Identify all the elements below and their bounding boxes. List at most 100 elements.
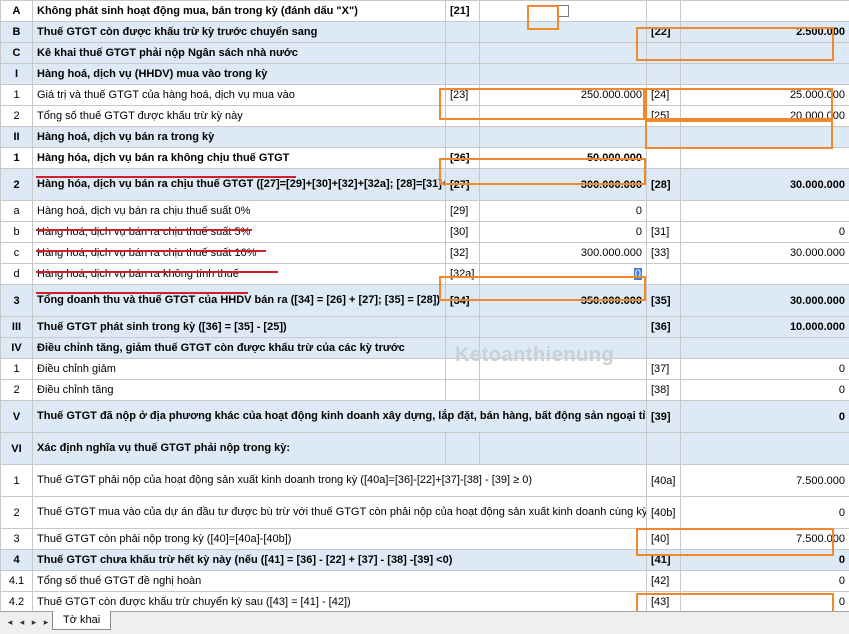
value-cell[interactable]: 30.000.000 xyxy=(681,285,849,317)
row-description: Không phát sinh hoạt động mua, bán trong… xyxy=(33,1,446,22)
value-cell[interactable]: 30.000.000 xyxy=(681,243,849,264)
value-cell[interactable]: 7.500.000 xyxy=(681,465,849,497)
first-sheet-icon[interactable]: ◂ xyxy=(4,614,16,630)
value-cell[interactable]: 2.500.000 xyxy=(681,22,849,43)
value-cell[interactable] xyxy=(480,433,647,465)
value-cell[interactable]: 0 xyxy=(480,222,647,243)
table-row: BThuế GTGT còn được khấu trừ kỳ trước ch… xyxy=(1,22,849,43)
row-code: c xyxy=(1,243,33,264)
row-description: Xác định nghĩa vụ thuế GTGT phải nộp tro… xyxy=(33,433,446,465)
value-cell[interactable] xyxy=(681,433,849,465)
value-cell[interactable]: 0 xyxy=(681,359,849,380)
field-code xyxy=(446,22,480,43)
row-description: Kê khai thuế GTGT phải nộp Ngân sách nhà… xyxy=(33,43,446,64)
value-cell[interactable] xyxy=(480,64,647,85)
field-code xyxy=(446,317,480,338)
field-code: [36] xyxy=(647,317,681,338)
value-cell[interactable]: 10.000.000 xyxy=(681,317,849,338)
row-code: d xyxy=(1,264,33,285)
value-cell[interactable] xyxy=(480,22,647,43)
underline-row-32 xyxy=(36,271,278,273)
table-row: IHàng hoá, dịch vụ (HHDV) mua vào trong … xyxy=(1,64,849,85)
checkbox[interactable] xyxy=(557,5,569,17)
value-cell[interactable] xyxy=(681,1,849,22)
value-cell[interactable]: 0 xyxy=(681,497,849,529)
field-code xyxy=(647,64,681,85)
value-cell[interactable] xyxy=(480,1,647,22)
sheet-tab-bar: ◂ ◂ ▸ ▸ Tờ khai xyxy=(0,611,849,634)
table-row: IIIThuế GTGT phát sinh trong kỳ ([36] = … xyxy=(1,317,849,338)
row-code: 2 xyxy=(1,106,33,127)
row-description: Thuế GTGT còn được khấu trừ kỳ trước chu… xyxy=(33,22,446,43)
value-cell[interactable]: 250.000.000 xyxy=(480,85,647,106)
field-code: [40] xyxy=(647,529,681,550)
row-code: III xyxy=(1,317,33,338)
row-code: V xyxy=(1,401,33,433)
value-cell[interactable] xyxy=(681,201,849,222)
selected-value[interactable]: 0 xyxy=(634,268,642,280)
row-description: Tổng số thuế GTGT đề nghị hoàn xyxy=(33,571,647,592)
value-cell[interactable]: 350.000.000 xyxy=(480,285,647,317)
underline-row-26 xyxy=(36,176,296,178)
prev-sheet-icon[interactable]: ◂ xyxy=(16,614,28,630)
row-description: Thuế GTGT đã nộp ở địa phương khác của h… xyxy=(33,401,647,433)
row-code: A xyxy=(1,1,33,22)
underline-row-29 xyxy=(36,229,252,231)
field-code: [41] xyxy=(647,550,681,571)
value-cell[interactable]: 0 xyxy=(681,380,849,401)
value-cell[interactable]: 300.000.000 xyxy=(480,243,647,264)
value-cell[interactable] xyxy=(681,43,849,64)
row-code: 1 xyxy=(1,359,33,380)
value-cell[interactable] xyxy=(480,106,647,127)
value-cell[interactable] xyxy=(681,148,849,169)
value-cell[interactable] xyxy=(480,127,647,148)
value-cell[interactable] xyxy=(681,338,849,359)
value-cell[interactable]: 0 xyxy=(681,222,849,243)
last-sheet-icon[interactable]: ▸ xyxy=(40,614,52,630)
value-cell[interactable]: 7.500.000 xyxy=(681,529,849,550)
field-code xyxy=(647,127,681,148)
field-code xyxy=(647,201,681,222)
value-cell[interactable]: 0 xyxy=(681,592,849,613)
table-row: IVĐiều chỉnh tăng, giảm thuế GTGT còn đư… xyxy=(1,338,849,359)
row-code: 1 xyxy=(1,148,33,169)
row-description: Điều chỉnh tăng, giảm thuế GTGT còn được… xyxy=(33,338,446,359)
next-sheet-icon[interactable]: ▸ xyxy=(28,614,40,630)
field-code xyxy=(446,106,480,127)
value-cell[interactable]: 0 xyxy=(681,571,849,592)
row-code: B xyxy=(1,22,33,43)
value-cell[interactable]: 25.000.000 xyxy=(681,85,849,106)
row-description: Hàng hoá, dịch vụ bán ra không tính thuế xyxy=(33,264,446,285)
row-description: Thuế GTGT còn phải nộp trong kỳ ([40]=[4… xyxy=(33,529,647,550)
field-code xyxy=(647,338,681,359)
table-row: IIHàng hoá, dịch vụ bán ra trong kỳ xyxy=(1,127,849,148)
row-code: b xyxy=(1,222,33,243)
value-cell[interactable] xyxy=(480,43,647,64)
value-cell[interactable] xyxy=(480,380,647,401)
field-code: [33] xyxy=(647,243,681,264)
row-description: Điều chỉnh tăng xyxy=(33,380,446,401)
value-cell[interactable] xyxy=(681,64,849,85)
row-code: 2 xyxy=(1,169,33,201)
value-cell[interactable]: 50.000.000 xyxy=(480,148,647,169)
value-cell[interactable]: 20.000.000 xyxy=(681,106,849,127)
value-cell[interactable]: 300.000.000 xyxy=(480,169,647,201)
value-cell[interactable]: 30.000.000 xyxy=(681,169,849,201)
row-code: 1 xyxy=(1,465,33,497)
field-code xyxy=(647,1,681,22)
table-row: 2Thuế GTGT mua vào của dự án đầu tư được… xyxy=(1,497,849,529)
field-code xyxy=(446,43,480,64)
field-code: [24] xyxy=(647,85,681,106)
sheet-tab-to-khai[interactable]: Tờ khai xyxy=(52,611,111,630)
value-cell[interactable]: 0 xyxy=(480,201,647,222)
table-row: 2Điều chỉnh tăng[38]0 xyxy=(1,380,849,401)
table-row: 2Tổng số thuế GTGT được khấu trừ kỳ này[… xyxy=(1,106,849,127)
table-row: 1Hàng hóa, dịch vụ bán ra không chịu thu… xyxy=(1,148,849,169)
value-cell[interactable] xyxy=(480,317,647,338)
row-description: Thuế GTGT còn được khấu trừ chuyển kỳ sa… xyxy=(33,592,647,613)
value-cell[interactable]: 0 xyxy=(480,264,647,285)
value-cell[interactable]: 0 xyxy=(681,401,849,433)
value-cell[interactable]: 0 xyxy=(681,550,849,571)
value-cell[interactable] xyxy=(681,127,849,148)
value-cell[interactable] xyxy=(681,264,849,285)
